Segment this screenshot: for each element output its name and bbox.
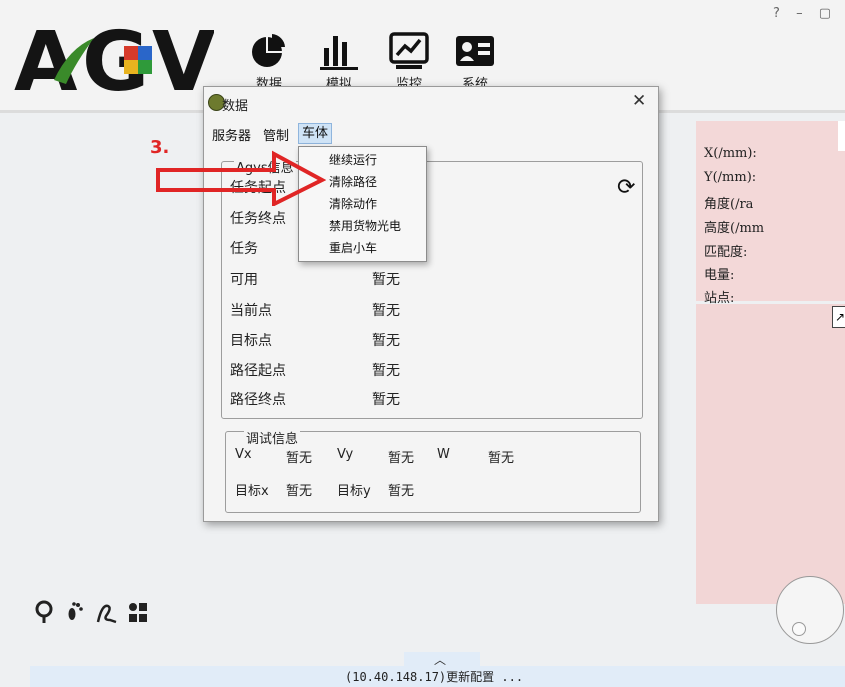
window-controls[interactable]: ? – ▢ [773,6,837,21]
debug-vx-label: Vx [235,447,252,462]
pie-chart-icon[interactable] [248,30,290,72]
debug-vy-value: 暂无 [388,451,415,466]
info-match-label: 匹配度: [704,245,748,260]
row-available-value: 暂无 [372,272,400,288]
agv-logo: A G V [14,18,214,98]
row-current-point-value: 暂无 [372,303,400,319]
row-target-point-value: 暂无 [372,333,400,349]
info-y-label: Y(/mm): [704,170,757,185]
info-x-label: X(/mm): [704,146,757,161]
pointer-arrow-icon [156,150,326,206]
row-path-start-label: 路径起点 [230,363,286,379]
debug-target-y-label: 目标y [337,484,371,499]
debug-vx-value: 暂无 [286,451,313,466]
expand-icon[interactable]: ↗ [832,306,845,328]
menu-vehicle[interactable]: 车体 [298,123,333,144]
row-task-end-label: 任务终点 [230,211,286,227]
joystick-knob[interactable] [792,622,806,636]
debug-w-value: 暂无 [488,451,515,466]
bar-chart-icon[interactable] [318,30,360,72]
info-station-label: 站点: [704,291,735,306]
debug-info-title: 调试信息 [244,428,301,447]
line-chart-icon[interactable] [388,30,430,72]
refresh-icon[interactable]: ⟳ [617,175,635,200]
row-path-end-label: 路径终点 [230,392,286,408]
row-path-start-value: 暂无 [372,363,400,379]
row-available-label: 可用 [230,272,258,288]
dialog-title: 数据 [222,99,249,114]
row-path-end-value: 暂无 [372,392,400,408]
row-task-label: 任务 [230,241,258,257]
menu-item-continue[interactable]: 继续运行 [329,151,377,168]
debug-w-label: W [437,447,450,462]
path-draw-icon[interactable] [96,600,118,626]
menu-item-clear-action[interactable]: 清除动作 [329,195,377,212]
joystick-control[interactable] [776,576,844,644]
map-side-panel [696,304,845,604]
menu-control[interactable]: 管制 [260,125,292,144]
menu-item-disable-sensor[interactable]: 禁用货物光电 [329,217,401,234]
menu-item-restart[interactable]: 重启小车 [329,239,377,256]
footprint-icon[interactable] [64,600,86,626]
debug-target-x-value: 暂无 [286,484,313,499]
id-card-icon[interactable] [454,30,496,72]
menu-item-clear-path[interactable]: 清除路径 [329,173,377,190]
status-text: (10.40.148.17)更新配置 ... [345,670,524,684]
grid-tools-icon[interactable] [127,600,149,626]
debug-target-x-label: 目标x [235,484,269,499]
row-target-point-label: 目标点 [230,333,272,349]
row-current-point-label: 当前点 [230,303,272,319]
panel-edge [838,121,845,151]
close-icon[interactable]: ✕ [632,91,646,111]
menu-server[interactable]: 服务器 [209,125,254,144]
location-pin-icon[interactable] [33,600,55,626]
debug-target-y-value: 暂无 [388,484,415,499]
info-battery-label: 电量: [704,268,735,283]
info-angle-label: 角度(/ra [704,197,754,212]
info-height-label: 高度(/mm [704,221,765,236]
debug-vy-label: Vy [337,447,354,462]
dialog-menubar: 服务器 管制 车体 [204,122,658,144]
